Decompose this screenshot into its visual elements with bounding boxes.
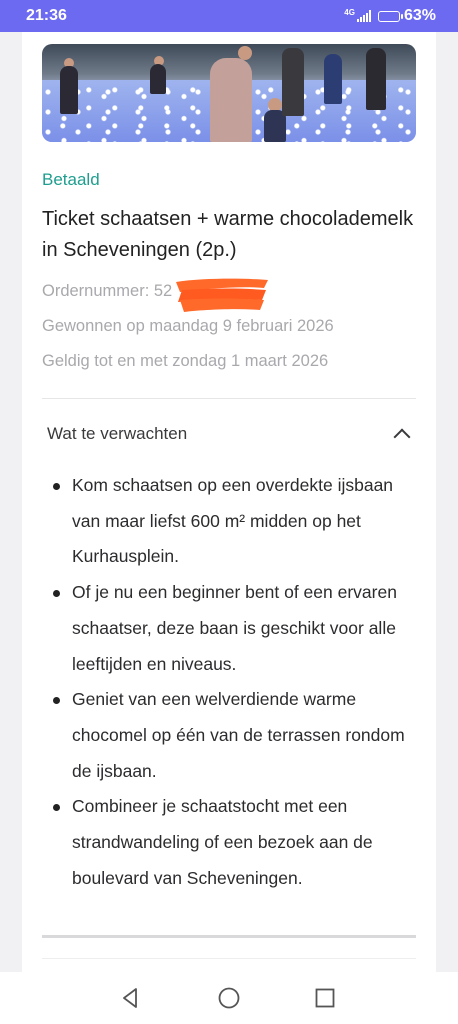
back-icon[interactable] (118, 986, 142, 1010)
order-card: Betaald Ticket schaatsen + warme chocola… (22, 32, 436, 977)
won-date: Gewonnen op maandag 9 februari 2026 (42, 317, 334, 335)
battery-icon (377, 10, 403, 22)
ticket-title: Ticket schaatsen + warme chocolademelk i… (42, 208, 414, 261)
chevron-up-icon[interactable] (393, 428, 411, 446)
system-nav-bar (0, 972, 458, 1024)
signal-icon (356, 10, 371, 22)
status-indicators: 4G 63% (344, 7, 436, 25)
recents-icon[interactable] (313, 986, 337, 1010)
list-item: Geniet van een welverdiende warme chocom… (53, 682, 422, 789)
list-item: Kom schaatsen op een overdekte ijsbaan v… (53, 468, 422, 575)
divider (42, 958, 416, 959)
expect-section-toggle[interactable]: Wat te verwachten (42, 412, 416, 456)
battery-percentage: 63% (403, 7, 436, 24)
status-bar: 21:36 4G 63% (0, 0, 458, 32)
home-icon[interactable] (217, 986, 241, 1010)
order-number: Ordernummer: 52 (42, 282, 173, 300)
payment-status: Betaald (42, 170, 100, 189)
network-type: 4G (344, 7, 355, 17)
section-divider (42, 935, 416, 938)
divider (42, 398, 416, 399)
status-time: 21:36 (26, 7, 67, 24)
hero-image (42, 44, 416, 142)
expect-section-title: Wat te verwachten (47, 424, 188, 443)
list-item: Combineer je schaatstocht met een strand… (53, 789, 422, 896)
list-item: Of je nu een beginner bent of een ervare… (53, 575, 422, 682)
expect-list: Kom schaatsen op een overdekte ijsbaan v… (42, 468, 422, 896)
valid-until-date: Geldig tot en met zondag 1 maart 2026 (42, 352, 329, 370)
redaction-mark (176, 278, 268, 312)
